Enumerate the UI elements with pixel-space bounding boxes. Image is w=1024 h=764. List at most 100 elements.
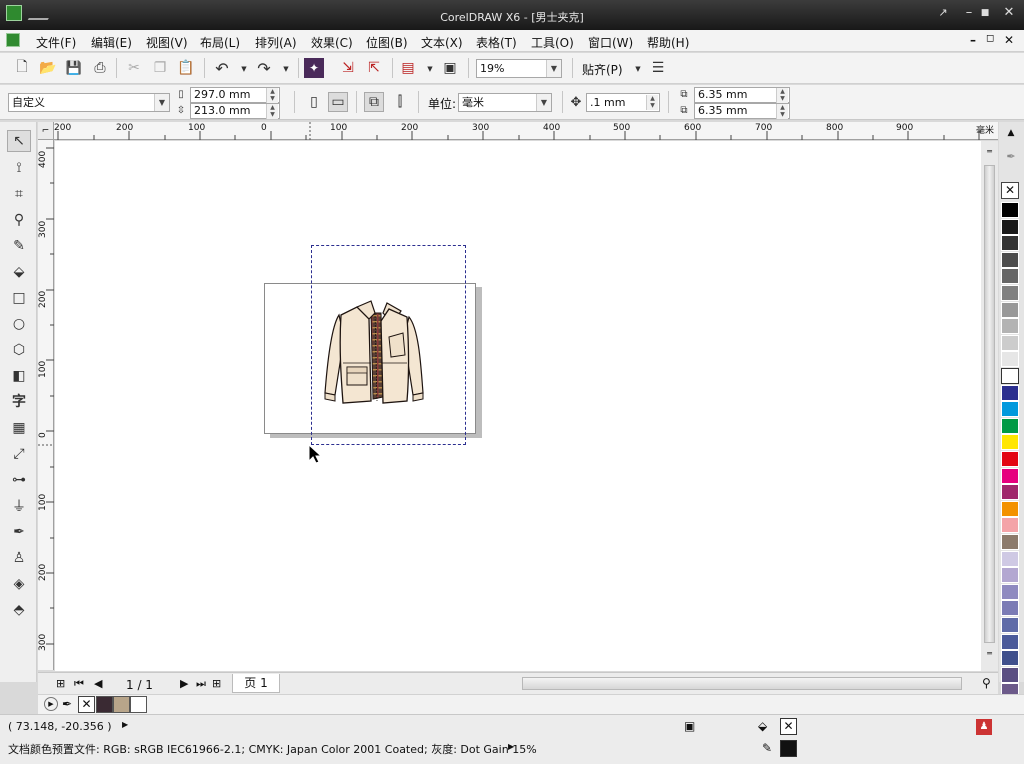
- color-swatch[interactable]: [1001, 235, 1019, 252]
- open-icon[interactable]: 📂: [38, 58, 58, 78]
- palette-eyedropper-icon[interactable]: ✒: [1003, 150, 1019, 166]
- menu-layout[interactable]: 布局(L): [200, 34, 240, 51]
- color-swatch[interactable]: [1001, 434, 1019, 451]
- restore-arrows-icon[interactable]: ↗: [930, 4, 956, 22]
- ellipse-tool-icon[interactable]: ○: [7, 313, 31, 335]
- new-document-icon[interactable]: 🗋: [12, 58, 32, 78]
- import-icon[interactable]: ⇲: [338, 58, 358, 78]
- page-height-spinner[interactable]: ▲ ▼: [266, 104, 278, 119]
- menu-text[interactable]: 文本(X): [421, 34, 463, 51]
- color-swatch[interactable]: [1001, 633, 1019, 650]
- page-width-spinner[interactable]: ▲ ▼: [266, 88, 278, 103]
- nudge-spinner[interactable]: ▲ ▼: [646, 95, 658, 110]
- color-swatch[interactable]: [1001, 451, 1019, 467]
- color-swatch[interactable]: [1001, 517, 1019, 534]
- page-tab[interactable]: 页 1: [232, 674, 280, 693]
- previous-page-icon[interactable]: ◀: [94, 677, 102, 690]
- menu-view[interactable]: 视图(V): [146, 34, 188, 51]
- fill-none-icon[interactable]: ✕: [780, 718, 797, 735]
- color-swatch[interactable]: [1001, 417, 1019, 434]
- color-swatch[interactable]: [1001, 534, 1019, 550]
- duplicate-x-spinner[interactable]: ▲ ▼: [776, 88, 788, 103]
- basic-shapes-tool-icon[interactable]: ◧: [7, 365, 31, 387]
- blend-tool-icon[interactable]: ⏚: [7, 495, 31, 517]
- color-swatch[interactable]: [1001, 318, 1019, 335]
- vertical-scrollbar[interactable]: ═ ═: [981, 141, 998, 671]
- doc-close-icon[interactable]: ✕: [1004, 33, 1014, 47]
- all-pages-icon[interactable]: ⧉: [364, 92, 384, 112]
- doc-palette-eyedropper-icon[interactable]: ✒: [62, 697, 72, 711]
- interactive-fill-tool-icon[interactable]: ⬘: [7, 599, 31, 621]
- smart-fill-tool-icon[interactable]: ⬙: [7, 261, 31, 283]
- scrollbar-thumb[interactable]: [984, 165, 995, 643]
- last-page-icon[interactable]: ⏭: [196, 677, 206, 691]
- color-swatch[interactable]: [1001, 500, 1019, 517]
- ruler-origin-icon[interactable]: ⌐: [38, 122, 54, 140]
- connector-tool-icon[interactable]: ⊶: [7, 469, 31, 491]
- doc-color-swatch[interactable]: [113, 696, 130, 713]
- rectangle-tool-icon[interactable]: □: [7, 287, 31, 309]
- ruler-horizontal[interactable]: 200 200 100 0 100 200 300 400 500 600 70…: [38, 122, 998, 140]
- menu-window[interactable]: 窗口(W): [588, 34, 633, 51]
- cut-icon[interactable]: ✂: [124, 58, 144, 78]
- application-launcher-dropdown-icon[interactable]: ▼: [420, 59, 440, 79]
- color-swatch[interactable]: [1001, 268, 1019, 285]
- no-color-swatch-icon[interactable]: ✕: [1001, 182, 1019, 199]
- polygon-tool-icon[interactable]: ⬡: [7, 339, 31, 361]
- maximize-icon[interactable]: ■: [972, 4, 998, 22]
- color-swatch[interactable]: [1001, 600, 1019, 617]
- zoom-navigator-icon[interactable]: ⚲: [982, 676, 991, 690]
- units-combo[interactable]: 毫米 ▼: [458, 93, 552, 112]
- palette-menu-icon[interactable]: ▶: [44, 697, 58, 711]
- paste-icon[interactable]: 📋: [176, 58, 196, 78]
- print-icon[interactable]: ⎙: [90, 58, 110, 78]
- undo-icon[interactable]: ↶: [212, 58, 232, 78]
- copy-icon[interactable]: ❐: [150, 58, 170, 78]
- close-icon[interactable]: ✕: [996, 4, 1022, 22]
- publish-pdf-icon[interactable]: ▤: [398, 58, 418, 78]
- crop-tool-icon[interactable]: ⌗: [7, 183, 31, 205]
- save-icon[interactable]: 💾: [64, 58, 84, 78]
- freehand-tool-icon[interactable]: ✎: [7, 235, 31, 257]
- coords-expand-icon[interactable]: ▶: [122, 720, 128, 729]
- menu-tools[interactable]: 工具(O): [531, 34, 574, 51]
- horizontal-scrollbar[interactable]: [522, 677, 962, 690]
- dimension-tool-icon[interactable]: ⤢: [7, 443, 31, 465]
- color-swatch[interactable]: [1001, 650, 1019, 667]
- doc-color-swatch[interactable]: [130, 696, 147, 713]
- add-page-before-icon[interactable]: ⊞: [56, 677, 65, 690]
- options-icon[interactable]: ☰: [648, 58, 668, 78]
- user-account-icon[interactable]: ♟: [976, 719, 992, 735]
- zoom-tool-icon[interactable]: ⚲: [7, 209, 31, 231]
- color-swatch[interactable]: [1001, 617, 1019, 633]
- color-swatch[interactable]: [1001, 583, 1019, 600]
- pick-tool-icon[interactable]: ↖: [7, 130, 31, 152]
- color-swatch[interactable]: [1001, 484, 1019, 501]
- first-page-icon[interactable]: ⏮: [74, 677, 84, 691]
- color-swatch[interactable]: [1001, 384, 1019, 401]
- search-content-icon[interactable]: ✦: [304, 58, 324, 78]
- outline-color-swatch[interactable]: [780, 740, 797, 757]
- menu-edit[interactable]: 编辑(E): [91, 34, 132, 51]
- add-page-after-icon[interactable]: ⊞: [212, 677, 221, 690]
- export-icon[interactable]: ⇱: [364, 58, 384, 78]
- color-swatch[interactable]: [1001, 202, 1019, 218]
- color-swatch[interactable]: [1001, 285, 1019, 301]
- redo-dropdown-icon[interactable]: ▼: [276, 59, 296, 79]
- welcome-screen-icon[interactable]: ▣: [440, 58, 460, 78]
- drawing-canvas[interactable]: [55, 141, 981, 671]
- color-swatch[interactable]: [1001, 218, 1019, 235]
- color-swatch[interactable]: [1001, 467, 1019, 484]
- undo-dropdown-icon[interactable]: ▼: [234, 59, 254, 79]
- text-tool-icon[interactable]: 字: [7, 390, 31, 412]
- menu-arrange[interactable]: 排列(A): [255, 34, 297, 51]
- menu-file[interactable]: 文件(F): [36, 34, 76, 51]
- outline-tool-icon[interactable]: ♙: [7, 547, 31, 569]
- doc-no-color-swatch-icon[interactable]: ✕: [78, 696, 95, 713]
- menu-effects[interactable]: 效果(C): [311, 34, 353, 51]
- chevron-down-icon[interactable]: ▼: [154, 94, 169, 111]
- eyedropper-tool-icon[interactable]: ✒: [7, 521, 31, 543]
- duplicate-y-spinner[interactable]: ▲ ▼: [776, 104, 788, 119]
- snap-dropdown-icon[interactable]: ▼: [628, 59, 648, 79]
- redo-icon[interactable]: ↷: [254, 58, 274, 78]
